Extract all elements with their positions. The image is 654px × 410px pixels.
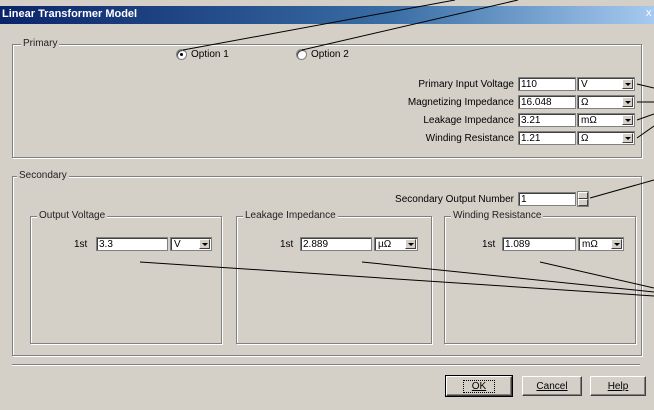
radio-unselected-icon [296,49,307,60]
magnetizing-impedance-unit[interactable]: Ω [577,95,635,109]
ok-button[interactable]: OK [445,375,513,397]
chevron-down-icon[interactable] [622,133,633,143]
spin-up-icon[interactable] [578,192,588,199]
output-voltage-row-label: 1st [74,239,88,250]
secondary-legend: Secondary [17,170,69,181]
chevron-down-icon[interactable] [405,239,416,249]
winding-resistance-group: Winding Resistance [444,210,636,344]
winding-resistance-unit[interactable]: Ω [577,131,635,145]
secondary-winding-resistance-field[interactable]: 1.089 [502,237,576,251]
magnetizing-impedance-field[interactable]: 16.048 [518,95,576,109]
chevron-down-icon[interactable] [199,239,210,249]
winding-resistance-row-label: 1st [482,239,496,250]
secondary-leakage-impedance-field[interactable]: 2.889 [300,237,372,251]
option-2-label: Option 2 [311,49,349,60]
leakage-impedance-row-label: 1st [280,239,294,250]
option-1-label: Option 1 [191,49,229,60]
cancel-button[interactable]: Cancel [522,376,582,396]
spin-down-icon[interactable] [578,199,588,206]
chevron-down-icon[interactable] [622,79,633,89]
chevron-down-icon[interactable] [622,97,633,107]
secondary-output-number-label: Secondary Output Number [395,194,514,205]
secondary-output-number-field[interactable]: 1 [518,192,576,206]
chevron-down-icon[interactable] [611,239,622,249]
bottom-separator [12,364,640,366]
magnetizing-impedance-label: Magnetizing Impedance [407,97,514,108]
help-button[interactable]: Help [590,376,646,396]
leakage-impedance-label: Leakage Impedance [423,115,514,126]
window-title: Linear Transformer Model [2,8,138,20]
primary-input-voltage-label: Primary Input Voltage [418,79,514,90]
option-1-radio[interactable]: Option 1 [176,49,229,60]
winding-resistance-label: Winding Resistance [425,133,514,144]
leakage-impedance-legend: Leakage Impedance [243,210,338,221]
output-voltage-field[interactable]: 3.3 [96,237,168,251]
leakage-impedance-group: Leakage Impedance [236,210,432,344]
primary-legend: Primary [21,38,60,49]
leakage-impedance-field[interactable]: 3.21 [518,113,576,127]
radio-selected-icon [176,49,187,60]
option-2-radio[interactable]: Option 2 [296,49,349,60]
output-voltage-legend: Output Voltage [37,210,108,221]
primary-input-voltage-field[interactable]: 110 [518,77,576,91]
secondary-leakage-impedance-unit[interactable]: µΩ [374,237,418,251]
chevron-down-icon[interactable] [622,115,633,125]
close-icon[interactable]: x [646,7,654,21]
title-bar: Linear Transformer Model x [0,6,654,24]
output-voltage-group: Output Voltage [30,210,222,344]
output-number-spinner[interactable] [577,191,589,207]
leakage-impedance-unit[interactable]: mΩ [577,113,635,127]
dialog-window: Linear Transformer Model x Primary Optio… [0,0,654,410]
primary-input-voltage-unit[interactable]: V [577,77,635,91]
secondary-winding-resistance-unit[interactable]: mΩ [578,237,624,251]
output-voltage-unit[interactable]: V [170,237,212,251]
winding-resistance-field[interactable]: 1.21 [518,131,576,145]
winding-resistance-legend: Winding Resistance [451,210,544,221]
